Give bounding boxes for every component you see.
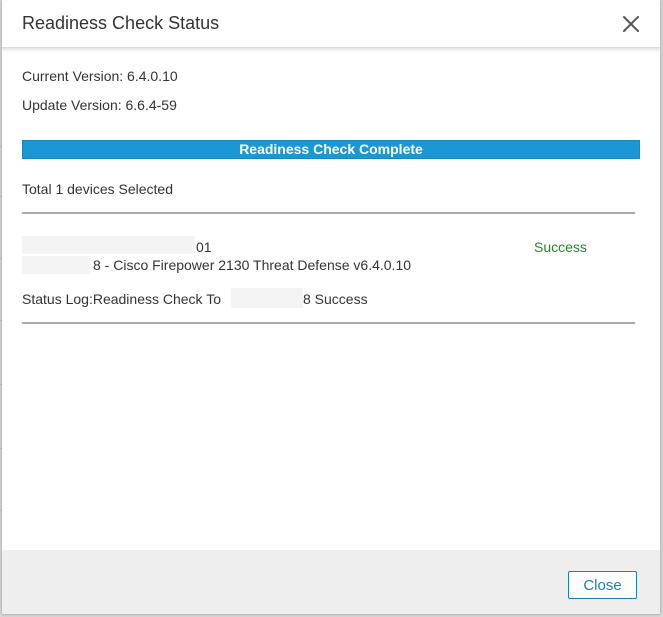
update-version-text: Update Version: 6.6.4-59 <box>22 97 177 113</box>
devices-selected-text: Total 1 devices Selected <box>22 181 173 197</box>
close-button[interactable]: Close <box>568 571 637 599</box>
redacted-device-target <box>231 288 303 308</box>
readiness-progress-bar: Readiness Check Complete <box>22 140 640 159</box>
readiness-check-dialog: Readiness Check Status Current Version: … <box>2 0 660 614</box>
dialog-footer: Close <box>2 550 660 614</box>
progress-label: Readiness Check Complete <box>239 141 423 157</box>
redacted-device-name <box>22 236 195 254</box>
redacted-device-address <box>22 256 90 274</box>
current-version-text: Current Version: 6.4.0.10 <box>22 68 178 84</box>
device-status: Success <box>534 239 587 255</box>
section-divider <box>22 212 635 214</box>
status-log-suffix: 8 Success <box>303 291 368 307</box>
device-name-fragment: 01 <box>196 239 212 255</box>
status-log-prefix: Status Log:Readiness Check To <box>22 291 221 307</box>
section-divider <box>22 322 635 324</box>
close-icon[interactable] <box>619 12 643 36</box>
dialog-header: Readiness Check Status <box>2 0 660 48</box>
dialog-title: Readiness Check Status <box>22 13 220 33</box>
device-description: 8 - Cisco Firepower 2130 Threat Defense … <box>93 257 412 273</box>
